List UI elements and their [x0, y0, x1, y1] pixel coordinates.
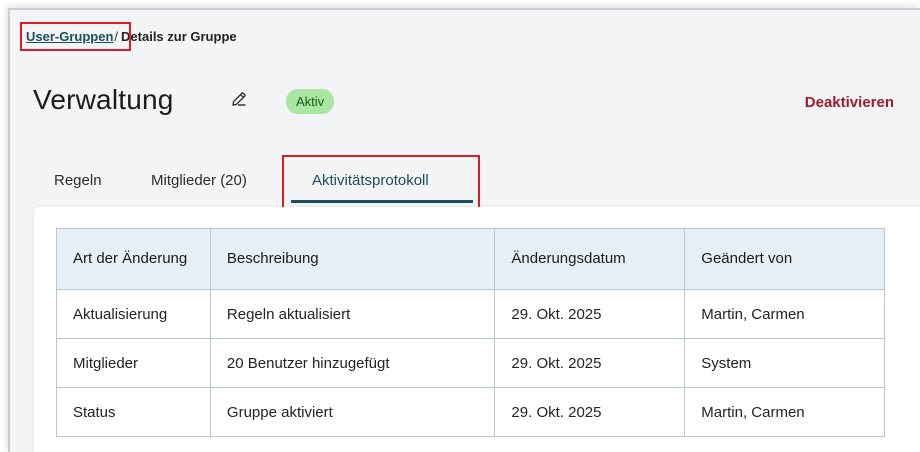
- cell-change-type: Status: [56, 387, 211, 437]
- tab-rules[interactable]: Regeln: [54, 172, 102, 189]
- table-row: Aktualisierung Regeln aktualisiert 29. O…: [56, 289, 885, 339]
- page-title: Verwaltung: [33, 84, 174, 115]
- cell-description: 20 Benutzer hinzugefügt: [209, 338, 496, 388]
- cell-change-date: 29. Okt. 2025: [494, 338, 686, 388]
- cell-change-date: 29. Okt. 2025: [494, 289, 686, 339]
- app-window: User-Gruppen / Details zur Gruppe Verwal…: [8, 8, 920, 452]
- column-header-changed-by: Geändert von: [684, 228, 885, 290]
- cell-change-type: Aktualisierung: [56, 289, 211, 339]
- cell-description: Gruppe aktiviert: [209, 387, 496, 437]
- deactivate-button[interactable]: Deaktivieren: [805, 94, 894, 111]
- activity-log-panel: Art der Änderung Beschreibung Änderungsd…: [34, 207, 920, 452]
- table-header-row: Art der Änderung Beschreibung Änderungsd…: [56, 228, 885, 290]
- pencil-icon[interactable]: [230, 90, 248, 108]
- highlight-box: [282, 155, 480, 210]
- breadcrumb: User-Gruppen / Details zur Gruppe: [20, 22, 237, 51]
- tab-bar: Regeln Mitglieder (20) Aktivitätsprotoko…: [10, 155, 920, 210]
- highlight-box: [20, 22, 131, 51]
- cell-description: Regeln aktualisiert: [209, 289, 496, 339]
- column-header-change-date: Änderungsdatum: [494, 228, 686, 290]
- status-badge: Aktiv: [286, 89, 335, 114]
- cell-changed-by: Martin, Carmen: [684, 387, 885, 437]
- column-header-change-type: Art der Änderung: [56, 228, 211, 290]
- cell-change-date: 29. Okt. 2025: [494, 387, 686, 437]
- breadcrumb-current: Details zur Gruppe: [121, 29, 237, 44]
- activity-log-table: Art der Änderung Beschreibung Änderungsd…: [56, 228, 885, 437]
- cell-change-type: Mitglieder: [56, 338, 211, 388]
- table-row: Mitglieder 20 Benutzer hinzugefügt 29. O…: [56, 338, 885, 388]
- cell-changed-by: Martin, Carmen: [684, 289, 885, 339]
- column-header-description: Beschreibung: [209, 228, 496, 290]
- breadcrumb-link-user-groups[interactable]: User-Gruppen: [20, 22, 131, 51]
- table-row: Status Gruppe aktiviert 29. Okt. 2025 Ma…: [56, 387, 885, 437]
- tab-members[interactable]: Mitglieder (20): [151, 172, 247, 189]
- cell-changed-by: System: [684, 338, 885, 388]
